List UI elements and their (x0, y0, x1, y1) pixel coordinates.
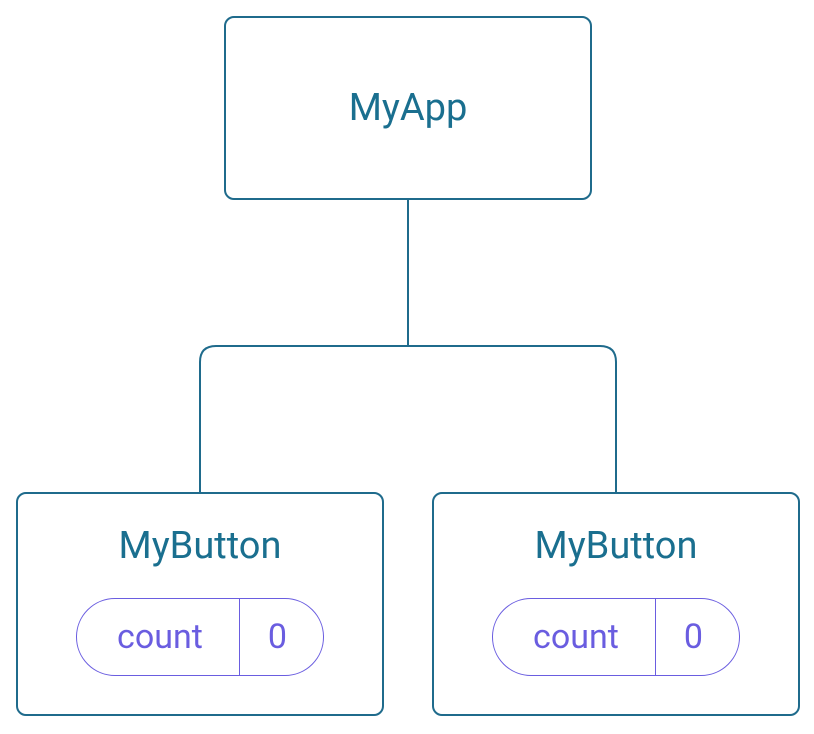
root-node-title: MyApp (349, 86, 468, 130)
child-node-right: MyButton count 0 (432, 492, 800, 716)
state-label: count (77, 599, 239, 675)
child-node-title: MyButton (535, 524, 698, 568)
state-value: 0 (239, 599, 323, 675)
state-value: 0 (655, 599, 739, 675)
state-label: count (493, 599, 655, 675)
child-node-title: MyButton (119, 524, 282, 568)
root-node: MyApp (224, 16, 592, 200)
child-node-left: MyButton count 0 (16, 492, 384, 716)
state-pill: count 0 (76, 598, 324, 676)
state-pill: count 0 (492, 598, 740, 676)
